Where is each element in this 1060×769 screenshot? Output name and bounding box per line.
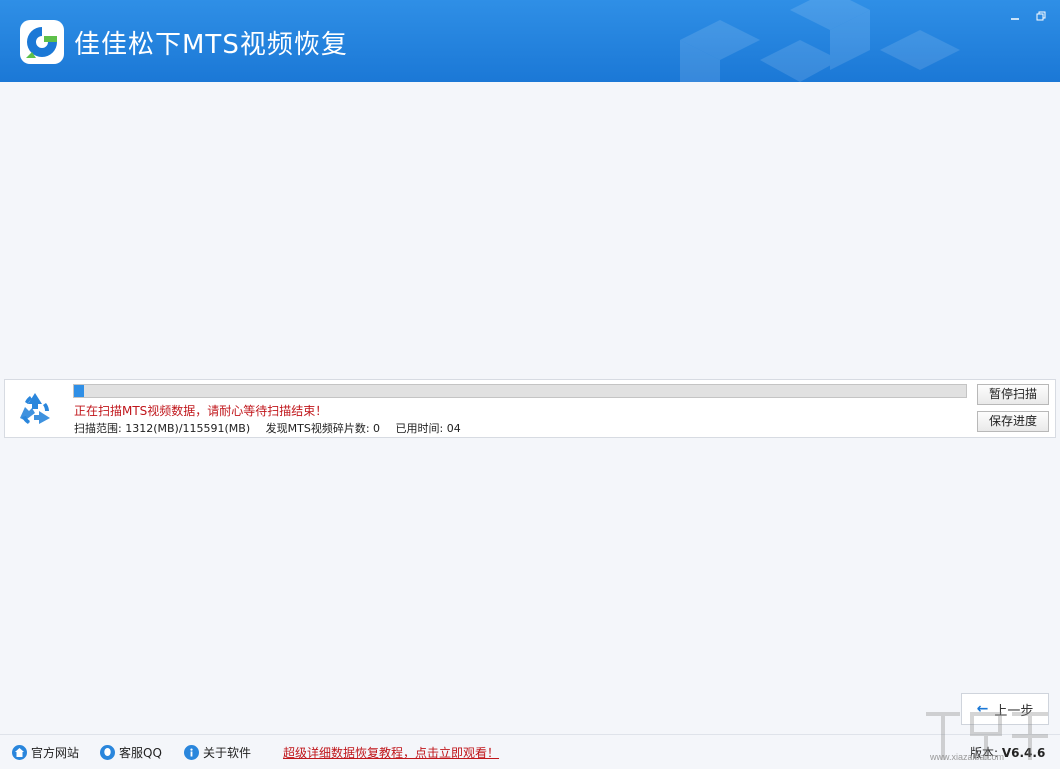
app-logo-icon — [20, 20, 64, 64]
about-software-label: 关于软件 — [203, 746, 252, 760]
arrow-left-icon: ← — [976, 701, 989, 717]
elapsed-time: 已用时间: 04 — [395, 422, 461, 435]
info-icon — [184, 745, 199, 760]
customer-qq-link[interactable]: 客服QQ — [100, 744, 162, 761]
scan-panel: 正在扫描MTS视频数据，请耐心等待扫描结束！ 扫描范围: 1312(MB)/11… — [4, 379, 1056, 438]
qq-icon — [100, 745, 115, 760]
official-website-link[interactable]: 官方网站 — [12, 744, 79, 761]
footer-bar: 官方网站 客服QQ 关于软件 超级详细数据恢复教程，点击立即观看！ 版本: V6… — [0, 734, 1060, 769]
home-icon — [12, 745, 27, 760]
minimize-icon[interactable] — [1002, 6, 1028, 26]
back-button[interactable]: ← 上一步 — [961, 693, 1049, 725]
scan-status-text: 正在扫描MTS视频数据，请耐心等待扫描结束！ — [74, 404, 328, 418]
cube-decoration — [680, 0, 960, 82]
recycle-icon — [20, 393, 50, 424]
main-area: 正在扫描MTS视频数据，请耐心等待扫描结束！ 扫描范围: 1312(MB)/11… — [0, 82, 1060, 734]
customer-qq-label: 客服QQ — [119, 746, 162, 760]
scan-range: 扫描范围: 1312(MB)/115591(MB) — [74, 422, 251, 435]
scan-progress-fill — [74, 385, 85, 397]
pause-scan-button[interactable]: 暂停扫描 — [977, 384, 1049, 405]
title-bar: 佳佳松下MTS视频恢复 — [0, 0, 1060, 82]
scan-stats: 扫描范围: 1312(MB)/115591(MB) 发现MTS视频碎片数: 0 … — [74, 420, 473, 436]
app-title: 佳佳松下MTS视频恢复 — [74, 30, 348, 60]
scan-progress-bar — [73, 384, 967, 398]
save-progress-button[interactable]: 保存进度 — [977, 411, 1049, 432]
tutorial-promo-link[interactable]: 超级详细数据恢复教程，点击立即观看！ — [283, 744, 499, 761]
restore-icon[interactable] — [1028, 6, 1054, 26]
version-number: V6.4.6 — [1001, 746, 1046, 760]
watermark-text: www.xiazaiba.com — [930, 752, 1005, 762]
about-software-link[interactable]: 关于软件 — [184, 744, 251, 761]
official-website-label: 官方网站 — [31, 746, 80, 760]
fragment-count: 发现MTS视频碎片数: 0 — [265, 422, 381, 435]
back-button-label: 上一步 — [994, 703, 1034, 719]
